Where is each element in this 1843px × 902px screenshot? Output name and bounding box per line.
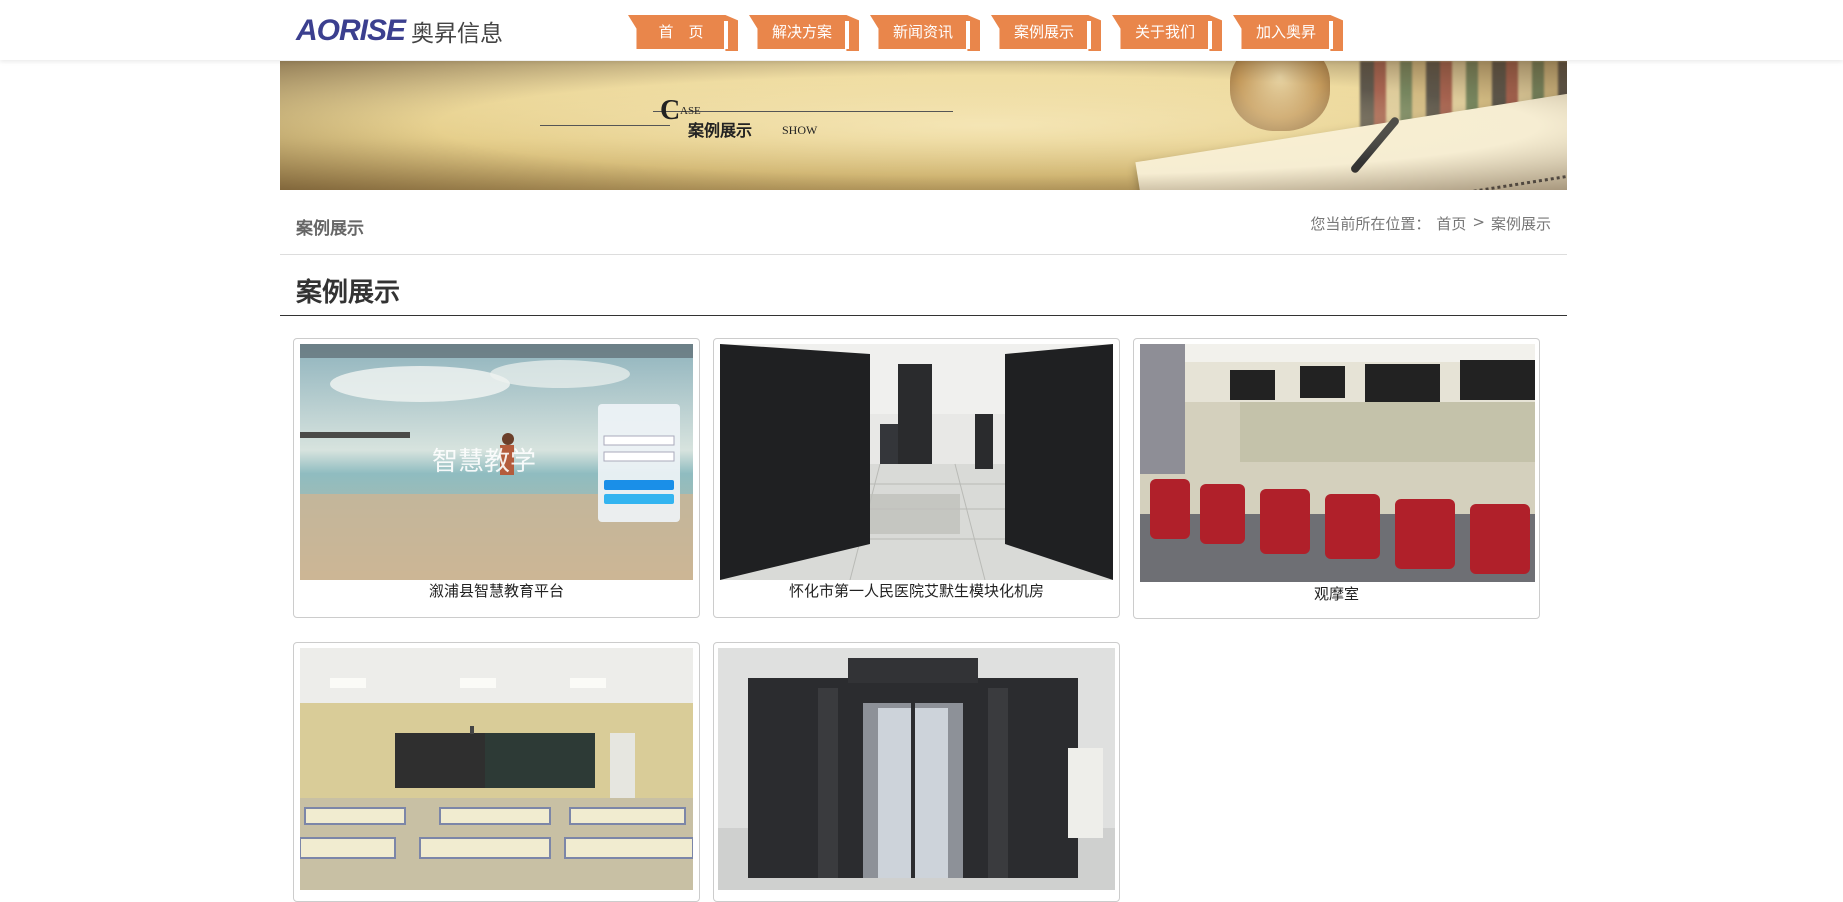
main-nav: 首 页 解决方案 新闻资讯 案例展示 关于我们 加入奥昇 — [628, 15, 1354, 51]
case-card[interactable]: 怀化市第一人民医院艾默生模块化机房 — [713, 338, 1120, 618]
page-banner: C ASE 案例展示 SHOW — [280, 61, 1567, 190]
logo-text-en: AORISE — [296, 14, 406, 47]
banner-case-rest: ASE — [680, 105, 701, 117]
breadcrumb-current[interactable]: 案例展示 — [1491, 213, 1551, 234]
nav-label: 首 页 — [658, 23, 704, 41]
nav-item-home[interactable]: 首 页 — [628, 15, 738, 51]
nav-item-join[interactable]: 加入奥昇 — [1233, 15, 1343, 51]
case-thumbnail[interactable] — [720, 344, 1113, 580]
case-card[interactable] — [713, 642, 1120, 902]
nav-item-cases[interactable]: 案例展示 — [991, 15, 1101, 51]
case-caption[interactable]: 怀化市第一人民医院艾默生模块化机房 — [714, 580, 1119, 601]
breadcrumb: 您当前所在位置： 首页 > 案例展示 — [1310, 213, 1551, 234]
nav-label: 案例展示 — [1013, 23, 1074, 41]
banner-rule — [540, 125, 670, 126]
nav-label: 新闻资讯 — [892, 23, 953, 41]
category-title: 案例展示 — [296, 219, 364, 239]
case-thumbnail[interactable] — [1140, 344, 1535, 582]
case-card[interactable]: 观摩室 — [1133, 338, 1540, 619]
nav-item-solutions[interactable]: 解决方案 — [749, 15, 859, 51]
logo-text-cn: 奥昇信息 — [411, 21, 504, 47]
page-title: 案例展示 — [296, 278, 401, 308]
case-caption[interactable]: 观摩室 — [1134, 583, 1539, 604]
site-header: AORISE 奥昇信息 首 页 解决方案 新闻资讯 案例展示 关于我们 加入奥昇 — [0, 0, 1843, 60]
breadcrumb-home-link[interactable]: 首页 — [1436, 213, 1466, 234]
case-thumbnail[interactable] — [718, 648, 1115, 890]
site-logo[interactable]: AORISE 奥昇信息 — [296, 14, 503, 48]
banner-show-text: SHOW — [782, 123, 818, 137]
nav-label: 解决方案 — [771, 23, 832, 41]
nav-item-news[interactable]: 新闻资讯 — [870, 15, 980, 51]
breadcrumb-prefix: 您当前所在位置： — [1310, 215, 1431, 233]
title-divider — [280, 315, 1567, 316]
case-caption[interactable]: 溆浦县智慧教育平台 — [294, 580, 699, 601]
thumbnail-overlay-title: 智慧教学 — [432, 447, 537, 477]
banner-title-cn: 案例展示 — [688, 121, 753, 140]
breadcrumb-bar: 案例展示 您当前所在位置： 首页 > 案例展示 — [280, 190, 1567, 255]
nav-label: 关于我们 — [1134, 23, 1195, 41]
breadcrumb-separator: > — [1472, 213, 1485, 231]
banner-case-initial: C — [660, 95, 681, 126]
case-card[interactable]: 智慧教学 溆浦县智慧教育平台 — [293, 338, 700, 618]
nav-item-about[interactable]: 关于我们 — [1112, 15, 1222, 51]
case-card[interactable] — [293, 642, 700, 902]
case-thumbnail[interactable] — [300, 648, 693, 890]
nav-label: 加入奥昇 — [1255, 23, 1316, 41]
